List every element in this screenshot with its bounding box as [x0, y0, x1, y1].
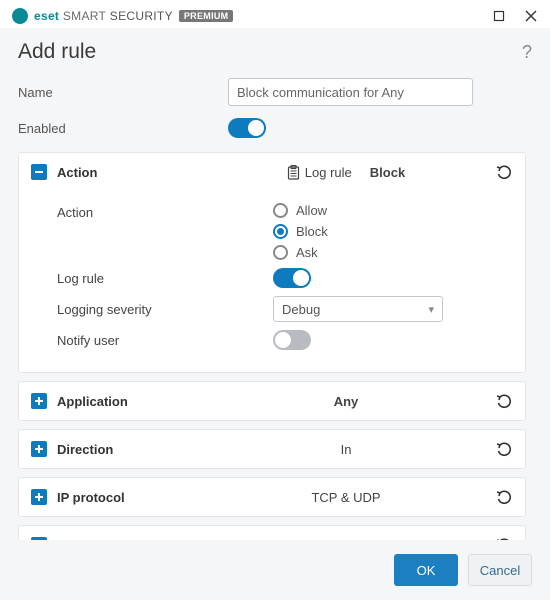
footer: OK Cancel	[0, 540, 550, 600]
cards-scroll[interactable]: Action Log rule Block	[18, 152, 532, 540]
radio-ask-label: Ask	[296, 245, 318, 260]
direction-card-header: Direction In	[19, 430, 525, 468]
close-icon	[525, 10, 537, 22]
action-summary-log: Log rule	[305, 165, 352, 180]
expand-direction-button[interactable]	[31, 441, 47, 457]
radio-icon	[273, 245, 288, 260]
square-icon	[493, 10, 505, 22]
help-button[interactable]: ?	[522, 42, 532, 63]
direction-reset-button[interactable]	[495, 440, 513, 458]
action-card-header: Action Log rule Block	[19, 153, 525, 191]
radio-icon	[273, 224, 288, 239]
chevron-down-icon: ▾	[428, 303, 434, 316]
application-summary: Any	[207, 394, 485, 409]
cancel-button[interactable]: Cancel	[468, 554, 532, 586]
ok-button[interactable]: OK	[394, 554, 458, 586]
action-reset-button[interactable]	[495, 163, 513, 181]
eset-logo-icon	[12, 8, 28, 24]
titlebar: eset SMART SECURITY PREMIUM	[0, 0, 550, 28]
add-rule-dialog: eset SMART SECURITY PREMIUM Add rule ? N…	[0, 0, 550, 600]
window-buttons	[492, 9, 538, 23]
severity-label: Logging severity	[57, 302, 273, 317]
content: Add rule ? Name Enabled Action	[0, 28, 550, 540]
direction-value: In	[341, 442, 352, 457]
severity-value: Debug	[282, 302, 320, 317]
severity-row: Logging severity Debug ▾	[57, 296, 513, 322]
ip-protocol-reset-button[interactable]	[495, 488, 513, 506]
direction-card: Direction In	[18, 429, 526, 469]
application-value: Any	[334, 394, 359, 409]
name-label: Name	[18, 85, 228, 100]
brand-smart: SMART	[63, 9, 106, 23]
application-reset-button[interactable]	[495, 392, 513, 410]
enabled-toggle[interactable]	[228, 118, 266, 138]
brand-eset: eset	[34, 9, 59, 23]
name-row: Name	[18, 78, 532, 106]
expand-ip-protocol-button[interactable]	[31, 489, 47, 505]
enabled-row: Enabled	[18, 118, 532, 138]
ip-protocol-title: IP protocol	[57, 490, 197, 505]
collapse-action-button[interactable]	[31, 164, 47, 180]
undo-icon	[496, 441, 512, 457]
action-summary-value: Block	[370, 165, 405, 180]
plus-icon	[34, 396, 44, 406]
ip-protocol-card-header: IP protocol TCP & UDP	[19, 478, 525, 516]
local-host-card-header: Local host Any	[19, 526, 525, 540]
application-card: Application Any	[18, 381, 526, 421]
action-card-summary: Log rule Block	[207, 165, 485, 180]
brand: eset SMART SECURITY PREMIUM	[12, 8, 233, 24]
radio-ask[interactable]: Ask	[273, 245, 328, 260]
local-host-card: Local host Any	[18, 525, 526, 540]
expand-application-button[interactable]	[31, 393, 47, 409]
application-title: Application	[57, 394, 197, 409]
action-label: Action	[57, 203, 273, 220]
premium-badge: PREMIUM	[179, 10, 234, 22]
radio-block[interactable]: Block	[273, 224, 328, 239]
enabled-label: Enabled	[18, 121, 228, 136]
direction-title: Direction	[57, 442, 197, 457]
header: Add rule ?	[18, 40, 532, 64]
minus-icon	[34, 167, 44, 177]
ip-protocol-summary: TCP & UDP	[207, 490, 485, 505]
action-radio-group: Allow Block Ask	[273, 203, 328, 260]
brand-text: eset SMART SECURITY	[34, 9, 173, 23]
action-option-row: Action Allow Block	[57, 203, 513, 260]
radio-icon	[273, 203, 288, 218]
name-input[interactable]	[228, 78, 473, 106]
brand-security: SECURITY	[110, 9, 173, 23]
action-card-title: Action	[57, 165, 197, 180]
direction-summary: In	[207, 442, 485, 457]
page-title: Add rule	[18, 40, 96, 64]
log-rule-row: Log rule	[57, 268, 513, 288]
undo-icon	[496, 489, 512, 505]
notify-toggle[interactable]	[273, 330, 311, 350]
radio-block-label: Block	[296, 224, 328, 239]
application-card-header: Application Any	[19, 382, 525, 420]
clipboard-icon	[287, 165, 301, 179]
log-rule-label: Log rule	[57, 271, 273, 286]
action-card-body: Action Allow Block	[19, 191, 525, 372]
radio-allow[interactable]: Allow	[273, 203, 328, 218]
notify-label: Notify user	[57, 333, 273, 348]
action-card: Action Log rule Block	[18, 152, 526, 373]
severity-select[interactable]: Debug ▾	[273, 296, 443, 322]
radio-allow-label: Allow	[296, 203, 327, 218]
notify-row: Notify user	[57, 330, 513, 350]
plus-icon	[34, 492, 44, 502]
undo-icon	[496, 164, 512, 180]
ip-protocol-value: TCP & UDP	[311, 490, 380, 505]
ip-protocol-card: IP protocol TCP & UDP	[18, 477, 526, 517]
close-button[interactable]	[524, 9, 538, 23]
log-rule-toggle[interactable]	[273, 268, 311, 288]
maximize-button[interactable]	[492, 9, 506, 23]
undo-icon	[496, 393, 512, 409]
plus-icon	[34, 444, 44, 454]
